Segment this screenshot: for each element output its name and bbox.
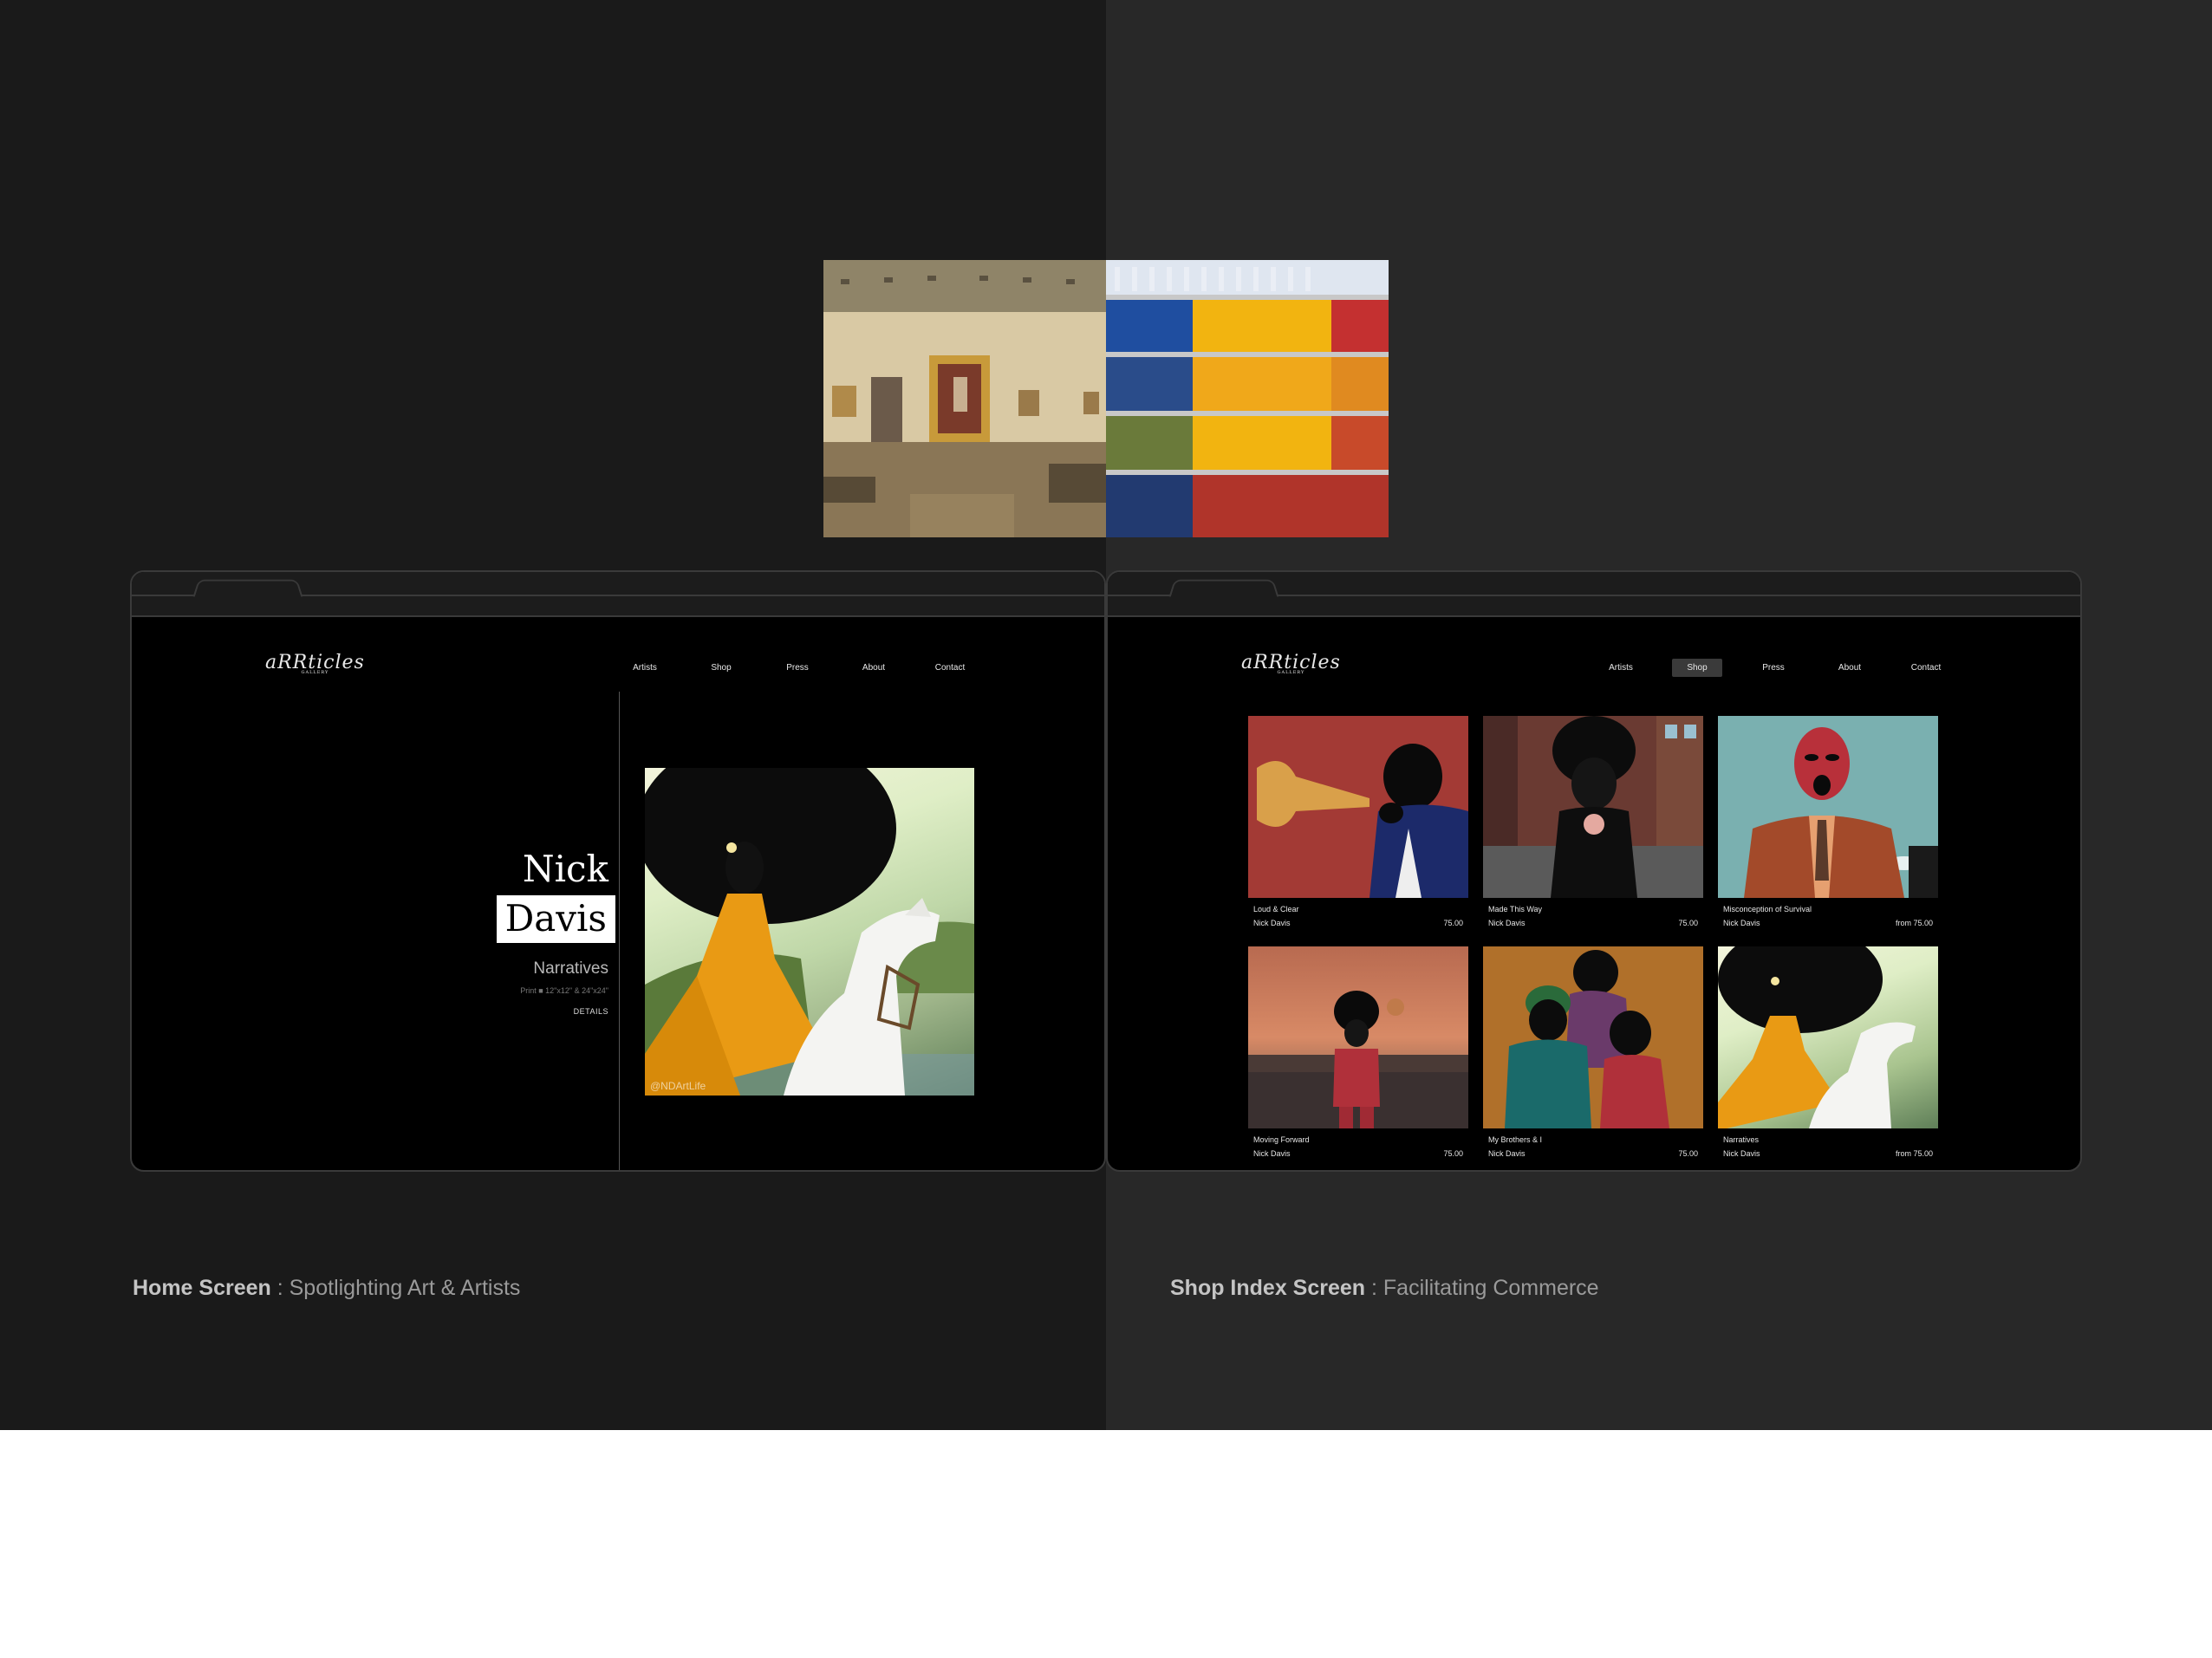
- nav-contact-link[interactable]: Contact: [912, 659, 988, 677]
- product-card[interactable]: My Brothers & I Nick Davis 75.00: [1483, 946, 1703, 1158]
- narratives-artwork: [645, 768, 974, 1096]
- featured-artwork-image[interactable]: @NDArtLife: [645, 768, 974, 1096]
- main-nav: Artists Shop Press About Contact: [1583, 659, 1964, 677]
- moving-forward-artwork: [1248, 991, 1468, 1128]
- product-artist: Nick Davis: [1488, 919, 1526, 927]
- grocery-shelf-illustration: [1106, 260, 1389, 537]
- browser-tab[interactable]: [192, 579, 303, 597]
- product-image[interactable]: [1718, 716, 1938, 898]
- nav-about-link[interactable]: About: [1812, 659, 1888, 677]
- vertical-divider: [619, 692, 620, 1170]
- home-caption-strong: Home Screen: [133, 1276, 271, 1300]
- gallery-photo-illustration: [823, 260, 1106, 537]
- product-price: 75.00: [1678, 1149, 1698, 1158]
- product-title[interactable]: Narratives: [1723, 1135, 1938, 1144]
- artist-last-name: Davis: [496, 895, 615, 943]
- artwork-watermark: @NDArtLife: [650, 1080, 706, 1092]
- product-card[interactable]: Moving Forward Nick Davis 75.00: [1248, 946, 1468, 1158]
- browser-tab[interactable]: [1168, 579, 1279, 597]
- product-price: 75.00: [1443, 919, 1463, 927]
- product-title[interactable]: Loud & Clear: [1253, 905, 1468, 914]
- grocery-shelf-photo: [1106, 260, 1389, 537]
- shop-screen-caption: Shop Index Screen : Facilitating Commerc…: [1170, 1276, 1599, 1301]
- gallery-photo: [823, 260, 1106, 537]
- details-link[interactable]: DETAILS: [574, 1007, 608, 1016]
- product-title[interactable]: Misconception of Survival: [1723, 905, 1938, 914]
- product-price: from 75.00: [1895, 1149, 1933, 1158]
- product-artist: Nick Davis: [1253, 1149, 1291, 1158]
- browser-chrome: [132, 572, 1104, 617]
- nav-artists-link[interactable]: Artists: [1583, 659, 1659, 677]
- shop-caption-strong: Shop Index Screen: [1170, 1276, 1366, 1300]
- product-card[interactable]: Misconception of Survival Nick Davis fro…: [1718, 716, 1938, 927]
- product-image[interactable]: [1248, 946, 1468, 1128]
- shop-caption-rest: : Facilitating Commerce: [1365, 1276, 1599, 1300]
- narratives-thumbnail-artwork: [1718, 946, 1916, 1128]
- nav-press-link[interactable]: Press: [759, 659, 836, 677]
- artist-first-name: Nick: [522, 848, 608, 890]
- nav-shop-link[interactable]: Shop: [683, 659, 759, 677]
- product-image[interactable]: [1483, 716, 1703, 898]
- product-image[interactable]: [1248, 716, 1468, 898]
- nav-about-link[interactable]: About: [836, 659, 912, 677]
- product-title[interactable]: Moving Forward: [1253, 1135, 1468, 1144]
- product-price: 75.00: [1678, 919, 1698, 927]
- product-title[interactable]: My Brothers & I: [1488, 1135, 1703, 1144]
- product-image[interactable]: [1718, 946, 1938, 1128]
- home-screen-browser-frame: aRRticles GALLERY Artists Shop Press Abo…: [130, 570, 1106, 1172]
- product-card[interactable]: Loud & Clear Nick Davis 75.00: [1248, 716, 1468, 927]
- nav-press-link[interactable]: Press: [1735, 659, 1812, 677]
- presentation-board: aRRticles GALLERY Artists Shop Press Abo…: [0, 0, 2212, 1430]
- home-caption-rest: : Spotlighting Art & Artists: [270, 1276, 521, 1300]
- gallery-logo[interactable]: aRRticles GALLERY: [265, 652, 365, 675]
- product-card[interactable]: Made This Way Nick Davis 75.00: [1483, 716, 1703, 927]
- product-artist: Nick Davis: [1488, 1149, 1526, 1158]
- misconception-of-survival-artwork: [1744, 727, 1938, 898]
- my-brothers-and-i-artwork: [1505, 950, 1669, 1128]
- loud-and-clear-artwork: [1257, 744, 1468, 898]
- nav-artists-link[interactable]: Artists: [607, 659, 683, 677]
- product-image[interactable]: [1483, 946, 1703, 1128]
- product-artist: Nick Davis: [1253, 919, 1291, 927]
- shop-screen-browser-frame: aRRticles GALLERY Artists Shop Press Abo…: [1106, 570, 2082, 1172]
- product-artist: Nick Davis: [1723, 919, 1760, 927]
- product-price: 75.00: [1443, 1149, 1463, 1158]
- product-artist: Nick Davis: [1723, 1149, 1760, 1158]
- browser-chrome: [1108, 572, 2080, 617]
- gallery-logo[interactable]: aRRticles GALLERY: [1241, 652, 1341, 675]
- featured-work-meta: Print ■ 12"x12" & 24"x24": [520, 986, 608, 995]
- nav-contact-link[interactable]: Contact: [1888, 659, 1964, 677]
- featured-work-title: Narratives: [533, 959, 608, 978]
- nav-shop-link[interactable]: Shop: [1672, 659, 1722, 677]
- made-this-way-artwork: [1483, 716, 1703, 898]
- main-nav: Artists Shop Press About Contact: [607, 659, 988, 677]
- product-title[interactable]: Made This Way: [1488, 905, 1703, 914]
- home-screen-caption: Home Screen : Spotlighting Art & Artists: [133, 1276, 520, 1301]
- product-card[interactable]: Narratives Nick Davis from 75.00: [1718, 946, 1938, 1158]
- product-price: from 75.00: [1895, 919, 1933, 927]
